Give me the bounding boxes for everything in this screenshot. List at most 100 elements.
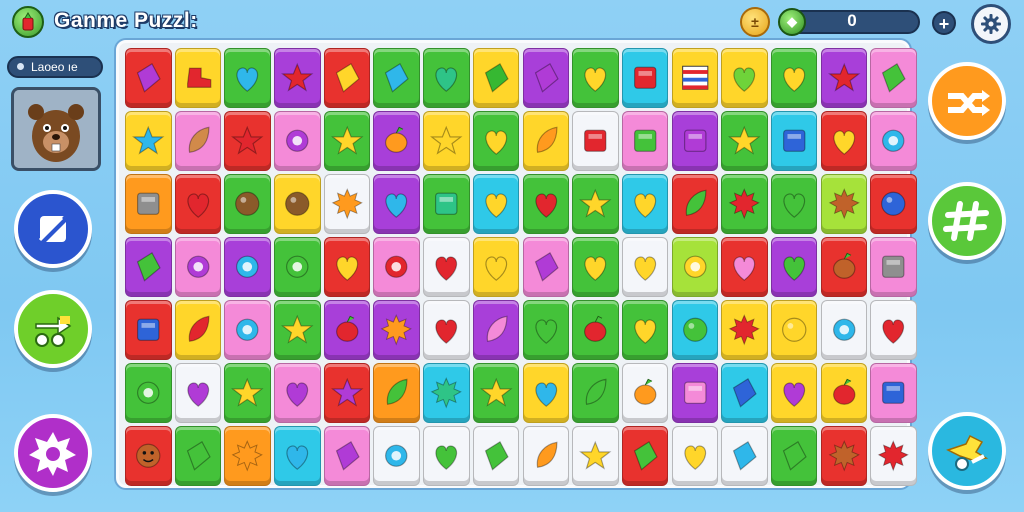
tile-leaf[interactable] [174,111,222,171]
hint-button[interactable] [928,412,1006,490]
tile-heart[interactable] [423,237,470,297]
tile-heart[interactable] [621,174,669,234]
tile-heart[interactable] [522,363,569,423]
tile-leaf[interactable] [522,426,569,486]
tile-burst[interactable] [820,174,868,234]
tile-fruit[interactable] [323,300,371,360]
tile-heart[interactable] [621,237,669,297]
tile-star[interactable] [224,111,271,171]
tile-gem[interactable] [522,48,569,108]
tile-box[interactable] [125,174,172,234]
tile-burst[interactable] [373,300,420,360]
tile-box[interactable] [671,111,719,171]
tile-star[interactable] [274,48,321,108]
shuffle-button[interactable] [928,62,1006,140]
tile-gem[interactable] [323,426,371,486]
tile-ring[interactable] [224,237,271,297]
tile-heart[interactable] [572,48,619,108]
tile-star[interactable] [323,363,371,423]
tile-fruit[interactable] [621,363,669,423]
tile-heart[interactable] [770,174,818,234]
tile-burst[interactable] [721,300,768,360]
tile-star[interactable] [274,300,321,360]
tile-heart[interactable] [373,174,420,234]
tile-heart[interactable] [472,237,520,297]
tile-box[interactable] [621,111,669,171]
tile-heart[interactable] [174,363,222,423]
tile-heart[interactable] [423,48,470,108]
tile-heart[interactable] [770,363,818,423]
tile-gem[interactable] [522,237,569,297]
tile-box[interactable] [621,48,669,108]
tile-heart[interactable] [522,300,569,360]
tile-box[interactable] [572,111,619,171]
tile-box[interactable] [870,237,917,297]
tile-heart[interactable] [472,174,520,234]
tile-star[interactable] [721,111,768,171]
tile-leaf[interactable] [572,363,619,423]
tile-ball[interactable] [671,300,719,360]
tile-box[interactable] [770,111,818,171]
tile-ring[interactable] [174,237,222,297]
tile-gem[interactable] [174,426,222,486]
tile-fruit[interactable] [373,111,420,171]
gear-burst-button[interactable] [14,414,92,492]
tile-star[interactable] [125,111,172,171]
tile-ring[interactable] [274,111,321,171]
tile-heart[interactable] [572,237,619,297]
tile-leaf[interactable] [522,111,569,171]
swap-button[interactable] [14,290,92,368]
tile-box[interactable] [125,300,172,360]
tile-gem[interactable] [125,237,172,297]
tile-heart[interactable] [721,237,768,297]
tile-box[interactable] [423,174,470,234]
tile-heart[interactable] [274,426,321,486]
tile-leaf[interactable] [671,174,719,234]
tile-heart[interactable] [870,300,917,360]
tile-box[interactable] [671,363,719,423]
tile-box[interactable] [870,363,917,423]
settings-button[interactable] [971,4,1011,44]
pencil-button[interactable] [14,190,92,268]
tile-heart[interactable] [274,363,321,423]
player-avatar[interactable] [11,87,101,171]
tile-ring[interactable] [373,426,420,486]
hash-button[interactable] [928,182,1006,260]
tile-heart[interactable] [621,300,669,360]
tile-heart[interactable] [174,174,222,234]
tile-leaf[interactable] [472,300,520,360]
tile-face[interactable] [125,426,172,486]
tile-gem[interactable] [721,426,768,486]
tile-burst[interactable] [224,426,271,486]
tile-heart[interactable] [323,237,371,297]
tile-gem[interactable] [770,426,818,486]
tile-gem[interactable] [472,426,520,486]
tile-ring[interactable] [671,237,719,297]
tile-gem[interactable] [721,363,768,423]
tile-star[interactable] [572,174,619,234]
tile-leaf[interactable] [373,363,420,423]
tile-fruit[interactable] [572,300,619,360]
tile-ring[interactable] [373,237,420,297]
tile-heart[interactable] [671,426,719,486]
tile-burst[interactable] [820,426,868,486]
tile-ring[interactable] [125,363,172,423]
tile-heart[interactable] [472,111,520,171]
tile-ring[interactable] [224,300,271,360]
tile-burst[interactable] [423,363,470,423]
tile-star[interactable] [224,363,271,423]
tile-heart[interactable] [770,237,818,297]
tile-heart[interactable] [423,300,470,360]
tile-gem[interactable] [472,48,520,108]
tile-ball[interactable] [274,174,321,234]
tile-ball[interactable] [224,174,271,234]
tile-flag[interactable] [671,48,719,108]
tile-ring[interactable] [820,300,868,360]
tile-burst[interactable] [870,426,917,486]
tile-ring[interactable] [870,111,917,171]
tile-leaf[interactable] [174,300,222,360]
tile-heart[interactable] [522,174,569,234]
tile-star[interactable] [423,111,470,171]
tile-heart[interactable] [721,48,768,108]
tile-heart[interactable] [423,426,470,486]
